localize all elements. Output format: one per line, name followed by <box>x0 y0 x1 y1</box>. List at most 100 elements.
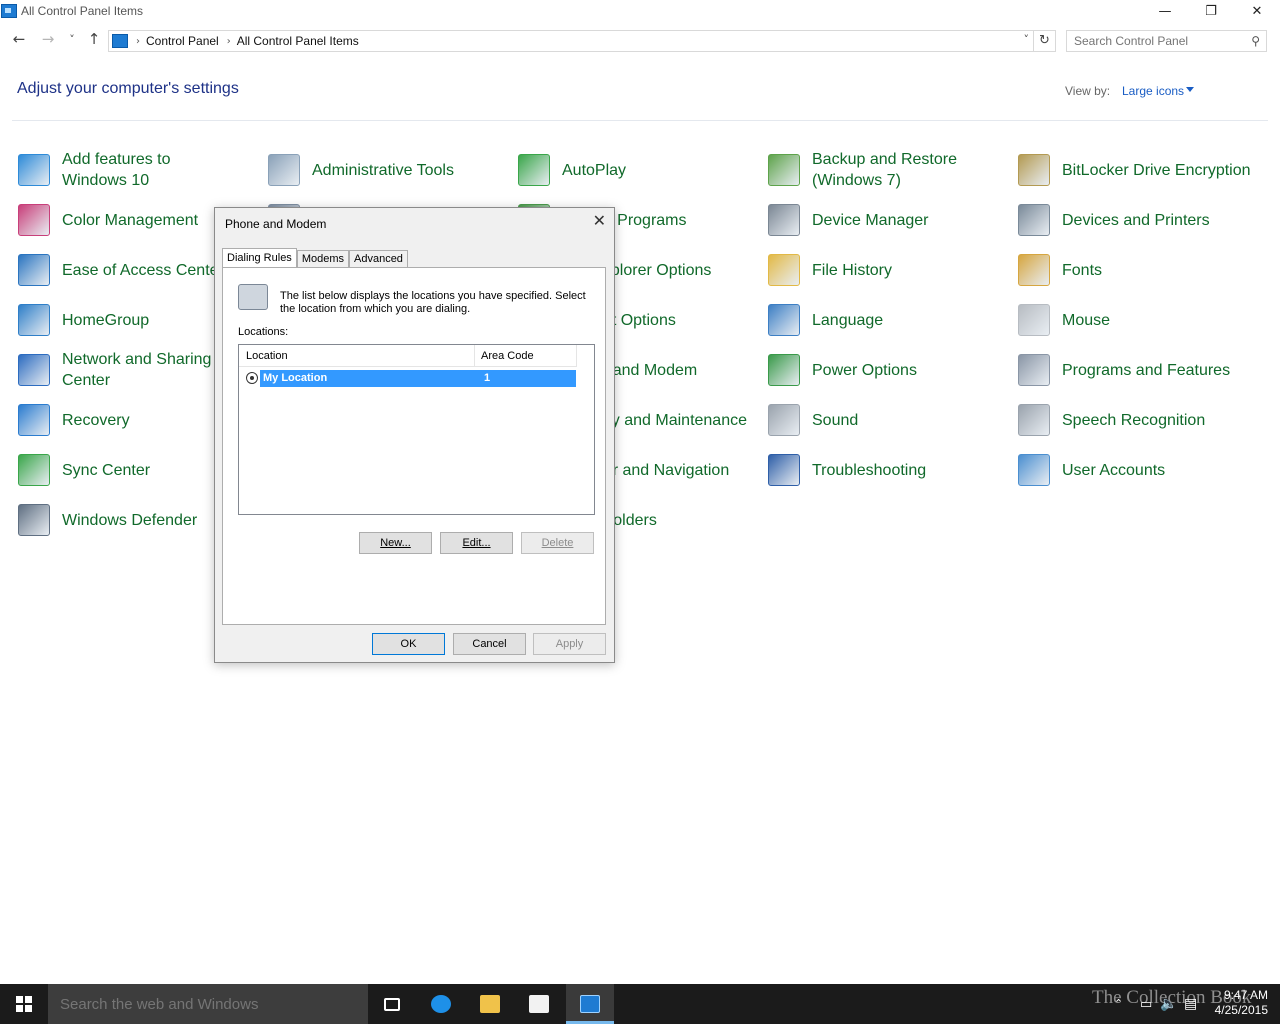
device-manager-icon <box>768 204 800 236</box>
list-item[interactable]: Network and Sharing Center <box>18 345 228 395</box>
start-button[interactable] <box>0 984 48 1024</box>
list-item[interactable]: Fonts <box>1018 245 1268 295</box>
maximize-button[interactable]: ❐ <box>1188 0 1234 22</box>
item-label: Mouse <box>1062 311 1111 329</box>
breadcrumb-separator-icon: › <box>226 35 231 47</box>
search-box[interactable]: ⚲ <box>1066 30 1267 52</box>
list-item[interactable]: File History <box>768 245 998 295</box>
dialog-close-button[interactable]: ✕ <box>593 211 606 230</box>
locations-list[interactable]: Location Area Code My Location 1 <box>238 344 595 515</box>
item-label: Backup and Restore (Windows 7) <box>812 151 957 189</box>
list-item[interactable]: Devices and Printers <box>1018 195 1268 245</box>
list-item[interactable]: AutoPlay <box>518 145 748 195</box>
window-title: All Control Panel Items <box>21 4 144 18</box>
list-item[interactable]: Color Management <box>18 195 228 245</box>
list-item[interactable]: Recovery <box>18 395 228 445</box>
item-label: Recovery <box>62 411 130 429</box>
network-tray-icon[interactable]: ▭ <box>1140 996 1152 1024</box>
list-item[interactable]: HomeGroup <box>18 295 228 345</box>
action-center-icon[interactable]: ▤ <box>1184 995 1197 1024</box>
item-label: Sync Center <box>62 461 151 479</box>
minimize-button[interactable]: — <box>1142 0 1188 22</box>
list-item[interactable]: Speech Recognition <box>1018 395 1268 445</box>
up-button[interactable]: ↑ <box>84 30 104 48</box>
volume-tray-icon[interactable]: 🔈 <box>1160 995 1177 1024</box>
show-hidden-icons-button[interactable]: ⌃ <box>1114 997 1123 1024</box>
list-item[interactable]: Sync Center <box>18 445 228 495</box>
list-item[interactable]: User Accounts <box>1018 445 1268 495</box>
list-item[interactable]: Administrative Tools <box>268 145 488 195</box>
dialing-rules-panel: The list below displays the locations yo… <box>222 267 606 625</box>
list-item[interactable]: Backup and Restore (Windows 7) <box>768 145 998 195</box>
delete-location-button[interactable]: Delete <box>521 532 594 554</box>
dialog-title: Phone and Modem <box>225 217 327 231</box>
folder-icon <box>480 995 500 1013</box>
fonts-icon <box>1018 254 1050 286</box>
power-icon <box>768 354 800 386</box>
page-title: Adjust your computer's settings <box>17 80 239 97</box>
search-icon[interactable]: ⚲ <box>1251 34 1260 48</box>
list-item[interactable]: Troubleshooting <box>768 445 998 495</box>
view-by-dropdown[interactable]: Large icons <box>1122 84 1184 98</box>
chevron-down-icon[interactable]: ˅ <box>1024 33 1030 46</box>
search-input[interactable] <box>1074 34 1244 48</box>
list-item[interactable]: My Location 1 <box>260 370 576 387</box>
list-item[interactable]: Power Options <box>768 345 998 395</box>
defender-icon <box>18 504 50 536</box>
item-label: Troubleshooting <box>812 461 927 479</box>
close-button[interactable]: ✕ <box>1234 0 1280 22</box>
list-item[interactable]: Language <box>768 295 998 345</box>
store-button[interactable] <box>515 984 563 1024</box>
column-separator[interactable] <box>474 345 475 367</box>
ok-button[interactable]: OK <box>372 633 445 655</box>
autoplay-icon <box>518 154 550 186</box>
ease-access-icon <box>18 254 50 286</box>
taskbar-search-input[interactable] <box>60 995 360 1013</box>
list-item[interactable]: BitLocker Drive Encryption <box>1018 145 1268 195</box>
microphone-icon <box>1018 404 1050 436</box>
new-location-button[interactable]: New... <box>359 532 432 554</box>
taskbar-search[interactable] <box>48 984 368 1024</box>
item-label: BitLocker Drive Encryption <box>1062 161 1251 179</box>
apply-button[interactable]: Apply <box>533 633 606 655</box>
cancel-button[interactable]: Cancel <box>453 633 526 655</box>
item-label: Fonts <box>1062 261 1103 279</box>
recent-locations-button[interactable]: ˅ <box>62 33 82 46</box>
list-item[interactable]: Device Manager <box>768 195 998 245</box>
back-button[interactable]: ← <box>9 30 29 48</box>
item-label: Device Manager <box>812 211 929 229</box>
mouse-icon <box>1018 304 1050 336</box>
control-panel-icon <box>1 4 17 18</box>
address-bar[interactable]: › Control Panel › All Control Panel Item… <box>108 30 1034 52</box>
task-view-button[interactable] <box>368 984 416 1024</box>
list-item[interactable]: Sound <box>768 395 998 445</box>
list-item[interactable]: Ease of Access Center <box>18 245 228 295</box>
list-item[interactable]: Mouse <box>1018 295 1268 345</box>
taskbar: The Collection Book ⌃ ▭ 🔈 ▤ 9:47 AM 4/25… <box>0 984 1280 1024</box>
forward-button[interactable]: → <box>38 30 58 48</box>
selected-location-radio-icon[interactable] <box>246 372 258 384</box>
store-icon <box>529 995 549 1013</box>
refresh-button[interactable]: ↻ <box>1034 30 1056 52</box>
item-label: Language <box>812 311 884 329</box>
header-divider <box>12 120 1268 121</box>
list-item[interactable]: Windows Defender <box>18 495 228 545</box>
control-panel-taskbar-button[interactable] <box>566 984 614 1024</box>
taskbar-clock[interactable]: 9:47 AM 4/25/2015 <box>1206 988 1268 1018</box>
column-separator[interactable] <box>576 345 577 367</box>
troubleshoot-icon <box>768 454 800 486</box>
edit-location-button[interactable]: Edit... <box>440 532 513 554</box>
column-area-code[interactable]: Area Code <box>481 350 534 362</box>
location-name: My Location <box>263 372 328 384</box>
list-item[interactable]: Add features to Windows 10 <box>18 145 228 195</box>
internet-explorer-button[interactable] <box>417 984 465 1024</box>
caret-down-icon[interactable] <box>1186 87 1194 92</box>
column-location[interactable]: Location <box>246 350 288 362</box>
tab-dialing-rules[interactable]: Dialing Rules <box>222 248 297 269</box>
file-history-icon <box>768 254 800 286</box>
add-features-icon <box>18 154 50 186</box>
breadcrumb-control-panel[interactable]: Control Panel <box>146 34 219 48</box>
file-explorer-button[interactable] <box>466 984 514 1024</box>
breadcrumb-all-items[interactable]: All Control Panel Items <box>237 34 359 48</box>
list-item[interactable]: Programs and Features <box>1018 345 1268 395</box>
